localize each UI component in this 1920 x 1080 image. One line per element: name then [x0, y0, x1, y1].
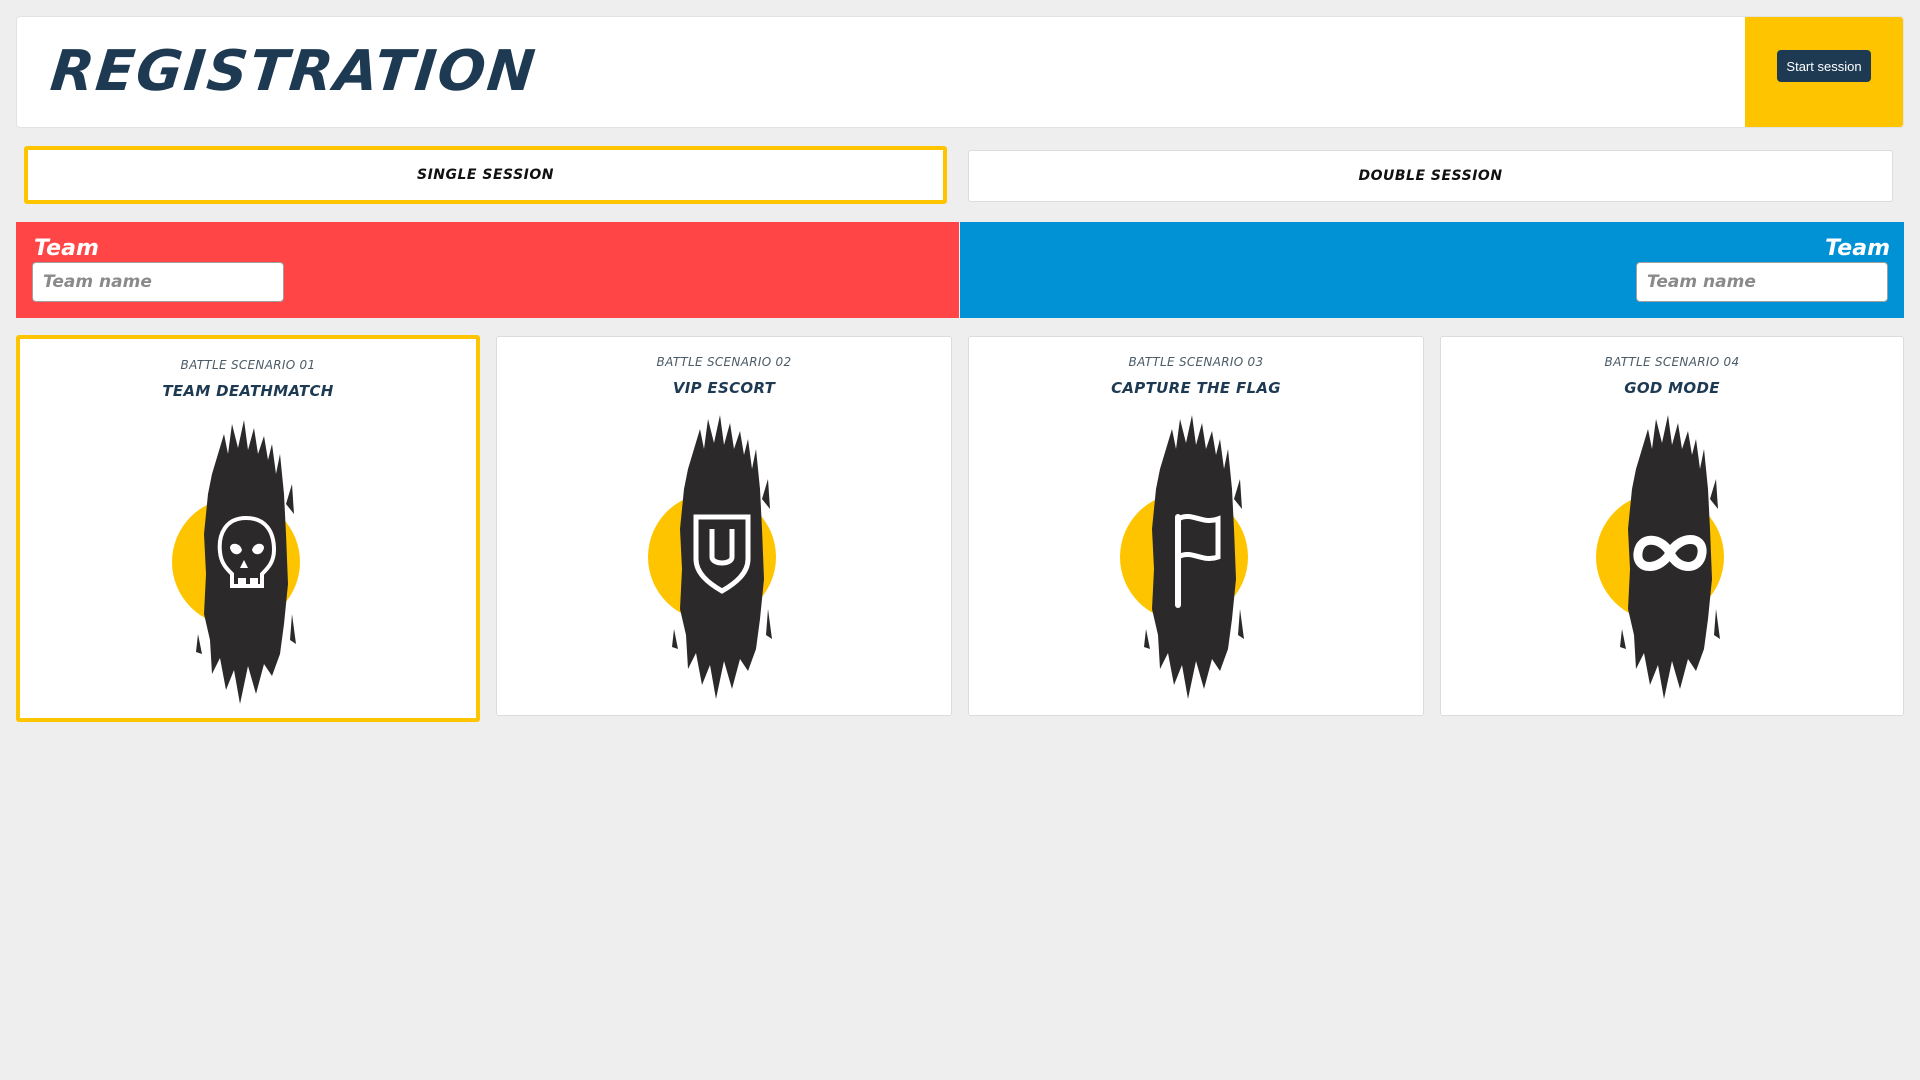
scenario-title: CAPTURE THE FLAG: [1111, 379, 1281, 397]
team-blue-label: Team: [1825, 236, 1890, 261]
team-red-name-input[interactable]: [32, 262, 284, 302]
shield-icon: [648, 415, 776, 699]
tab-single-session[interactable]: SINGLE SESSION: [24, 146, 947, 204]
flag-icon: [1120, 415, 1248, 699]
infinity-icon: [1596, 415, 1724, 699]
scenario-subtitle: BATTLE SCENARIO 01: [180, 358, 316, 372]
scenario-card-capture-the-flag[interactable]: BATTLE SCENARIO 03 CAPTURE THE FLAG: [968, 336, 1424, 716]
start-session-panel: Start session: [1745, 17, 1903, 127]
skull-icon: [172, 420, 300, 704]
scenario-subtitle: BATTLE SCENARIO 03: [1128, 355, 1264, 369]
team-red-label: Team: [34, 236, 99, 261]
scenario-card-vip-escort[interactable]: BATTLE SCENARIO 02 VIP ESCORT: [496, 336, 952, 716]
scenario-title: GOD MODE: [1624, 379, 1720, 397]
page-title: REGISTRATION: [47, 39, 540, 104]
team-blue-name-input[interactable]: [1636, 262, 1888, 302]
team-red-panel: Team: [16, 222, 959, 318]
start-session-button[interactable]: Start session: [1777, 50, 1871, 82]
scenario-card-god-mode[interactable]: BATTLE SCENARIO 04 GOD MODE: [1440, 336, 1904, 716]
scenario-subtitle: BATTLE SCENARIO 02: [656, 355, 792, 369]
scenario-title: VIP ESCORT: [672, 379, 776, 397]
header-bar: REGISTRATION Start session: [16, 16, 1904, 128]
scenario-title: TEAM DEATHMATCH: [162, 382, 334, 400]
scenario-card-team-deathmatch[interactable]: BATTLE SCENARIO 01 TEAM DEATHMATCH: [16, 335, 480, 722]
team-blue-panel: Team: [960, 222, 1904, 318]
scenario-subtitle: BATTLE SCENARIO 04: [1604, 355, 1740, 369]
tab-double-session[interactable]: DOUBLE SESSION: [968, 150, 1893, 202]
